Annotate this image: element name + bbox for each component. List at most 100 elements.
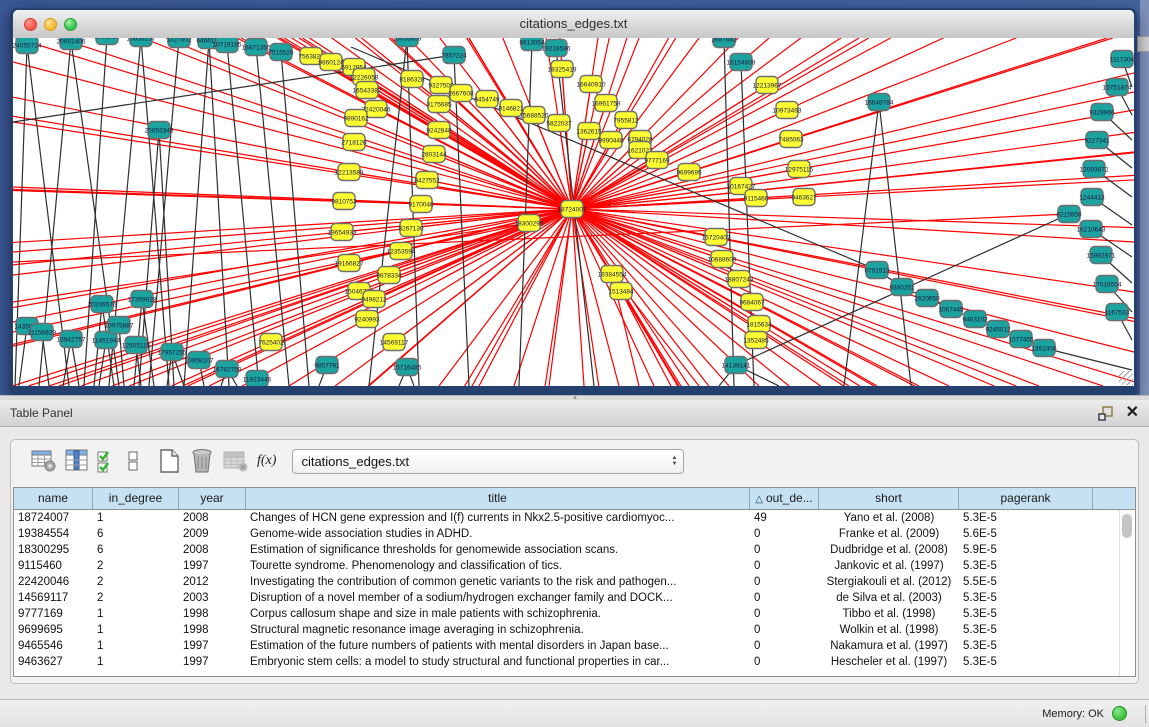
network-node-label: 16210643: [1077, 226, 1106, 233]
network-node-label: 12226058: [350, 74, 379, 81]
panel-title: Table Panel: [0, 400, 1149, 426]
table-vertical-scrollbar[interactable]: [1119, 510, 1135, 676]
column-header-out_de[interactable]: △out_de...: [750, 488, 819, 509]
table-cell: 5.3E-5: [959, 654, 1093, 670]
network-node-label: 10975887: [105, 322, 134, 329]
table-row[interactable]: 977716911998Corpus callosum shape and si…: [14, 606, 1135, 622]
table-selector-dropdown[interactable]: citations_edges.txt ▲▼: [292, 449, 684, 474]
network-node-label: 8267130: [398, 225, 424, 232]
table-cell: 6: [93, 542, 179, 558]
network-node-label: 7857224: [441, 52, 467, 59]
column-selector-icon[interactable]: [65, 449, 89, 473]
table-cell: 2012: [179, 574, 246, 590]
network-node-label: 1513484: [608, 288, 634, 295]
network-graph[interactable]: 1872400718300295193845541513484756382298…: [13, 38, 1134, 386]
table-cell: 0: [750, 542, 819, 558]
table-row[interactable]: 969969511998Structural magnetic resonanc…: [14, 622, 1135, 638]
network-node-label: 9115460: [744, 195, 769, 202]
table-body: 1872400712008Changes of HCN gene express…: [14, 510, 1135, 670]
table-row[interactable]: 2242004622012Investigating the contribut…: [14, 574, 1135, 590]
table-cell: 0: [750, 622, 819, 638]
column-header-short[interactable]: short: [819, 488, 959, 509]
network-node-label: 15716485: [393, 364, 422, 371]
network-node-label: 7485063: [778, 136, 804, 143]
table-cell: 5.6E-5: [959, 526, 1093, 542]
network-node-label: 9463627: [791, 194, 817, 201]
network-node-label: 16782759: [213, 366, 242, 373]
network-node-label: 14139141: [722, 362, 751, 369]
table-panel-header: Table Panel ✕: [0, 400, 1149, 427]
table-cell: 2008: [179, 542, 246, 558]
network-node-label: 9890162: [343, 115, 369, 122]
network-node-label: 2667608: [448, 90, 474, 97]
table-cell: 1: [93, 654, 179, 670]
network-node-label: 9990448: [598, 137, 624, 144]
scrollbar-thumb[interactable]: [1122, 514, 1132, 538]
network-node-label: 12353594: [387, 248, 416, 255]
maximize-window-icon[interactable]: [64, 18, 77, 31]
create-column-icon[interactable]: [31, 449, 57, 473]
table-cell: Tibbo et al. (1998): [819, 606, 959, 622]
new-table-icon[interactable]: [157, 448, 181, 474]
table-cell: 9777169: [14, 606, 93, 622]
network-node-label: 20206576: [88, 301, 117, 308]
network-node-label: 15688520: [520, 112, 549, 119]
delete-table-icon[interactable]: [189, 448, 215, 474]
network-node-label: 15751874: [1103, 84, 1132, 91]
cytoscape-desktop: citations_edges.txt 18724007183002951938…: [0, 0, 1149, 727]
table-cell: 0: [750, 590, 819, 606]
table-cell: 2: [93, 574, 179, 590]
table-panel-body: f(x) citations_edges.txt ▲▼ namein_degre…: [10, 439, 1139, 684]
network-node-label: 17016504: [1093, 281, 1122, 288]
table-cell: Nakamura et al. (1997): [819, 638, 959, 654]
network-canvas[interactable]: 1872400718300295193845541513484756382298…: [13, 38, 1134, 386]
status-divider: [1145, 705, 1146, 723]
table-cell: 5.3E-5: [959, 622, 1093, 638]
function-builder-icon[interactable]: f(x): [257, 453, 276, 469]
table-cell: Genome-wide association studies in ADHD.: [246, 526, 750, 542]
table-cell: Hescheler et al. (1997): [819, 654, 959, 670]
network-node-label: 9699695: [676, 169, 702, 176]
table-cell: Investigating the contribution of common…: [246, 574, 750, 590]
table-cell: 6: [93, 526, 179, 542]
network-node-label: 18300295: [515, 220, 544, 227]
network-window-titlebar[interactable]: citations_edges.txt: [13, 10, 1134, 39]
network-node-label: 16640910: [577, 81, 606, 88]
close-window-icon[interactable]: [24, 18, 37, 31]
close-panel-icon[interactable]: ✕: [1126, 404, 1139, 422]
window-controls: [24, 18, 77, 31]
table-cell: 2003: [179, 590, 246, 606]
table-row[interactable]: 1830029562008Estimation of significance …: [14, 542, 1135, 558]
select-all-rows-icon[interactable]: [97, 449, 119, 473]
window-resize-grip[interactable]: [1119, 371, 1133, 385]
column-header-pagerank[interactable]: pagerank: [959, 488, 1093, 509]
column-header-year[interactable]: year: [179, 488, 246, 509]
column-header-in_degree[interactable]: in_degree: [93, 488, 179, 509]
column-header-name[interactable]: name: [14, 488, 93, 509]
float-panel-icon[interactable]: [1098, 405, 1114, 421]
table-row[interactable]: 946362711997Embryonic stem cells: a mode…: [14, 654, 1135, 670]
network-node-label: 10719185: [213, 41, 242, 48]
network-node-label: 6791913: [864, 267, 890, 274]
table-cell: Franke et al. (2009): [819, 526, 959, 542]
node-table: namein_degreeyeartitle△out_de...shortpag…: [13, 487, 1136, 677]
network-node-label: 16154808: [727, 59, 756, 66]
column-header-title[interactable]: title: [246, 488, 750, 509]
table-row[interactable]: 946554611997Estimation of the future num…: [14, 638, 1135, 654]
table-cell: 18300295: [14, 542, 93, 558]
table-row[interactable]: 911546021997Tourette syndrome. Phenomeno…: [14, 558, 1135, 574]
table-row[interactable]: 1872400712008Changes of HCN gene express…: [14, 510, 1135, 526]
table-cell: Estimation of significance thresholds fo…: [246, 542, 750, 558]
network-node-label: 9777169: [644, 157, 670, 164]
table-cell: Disruption of a novel member of a sodium…: [246, 590, 750, 606]
network-node-label: 9242848: [426, 127, 452, 134]
table-cell: 1: [93, 638, 179, 654]
minimize-window-icon[interactable]: [44, 18, 57, 31]
table-row[interactable]: 1938455462009Genome-wide association stu…: [14, 526, 1135, 542]
deselect-rows-icon[interactable]: [127, 449, 141, 473]
table-cell: Wolkin et al. (1998): [819, 622, 959, 638]
network-node-label: 15992971: [1087, 252, 1116, 259]
network-node-label: 1815634: [746, 321, 772, 328]
table-cell: Corpus callosum shape and size in male p…: [246, 606, 750, 622]
table-row[interactable]: 1456911722003Disruption of a novel membe…: [14, 590, 1135, 606]
